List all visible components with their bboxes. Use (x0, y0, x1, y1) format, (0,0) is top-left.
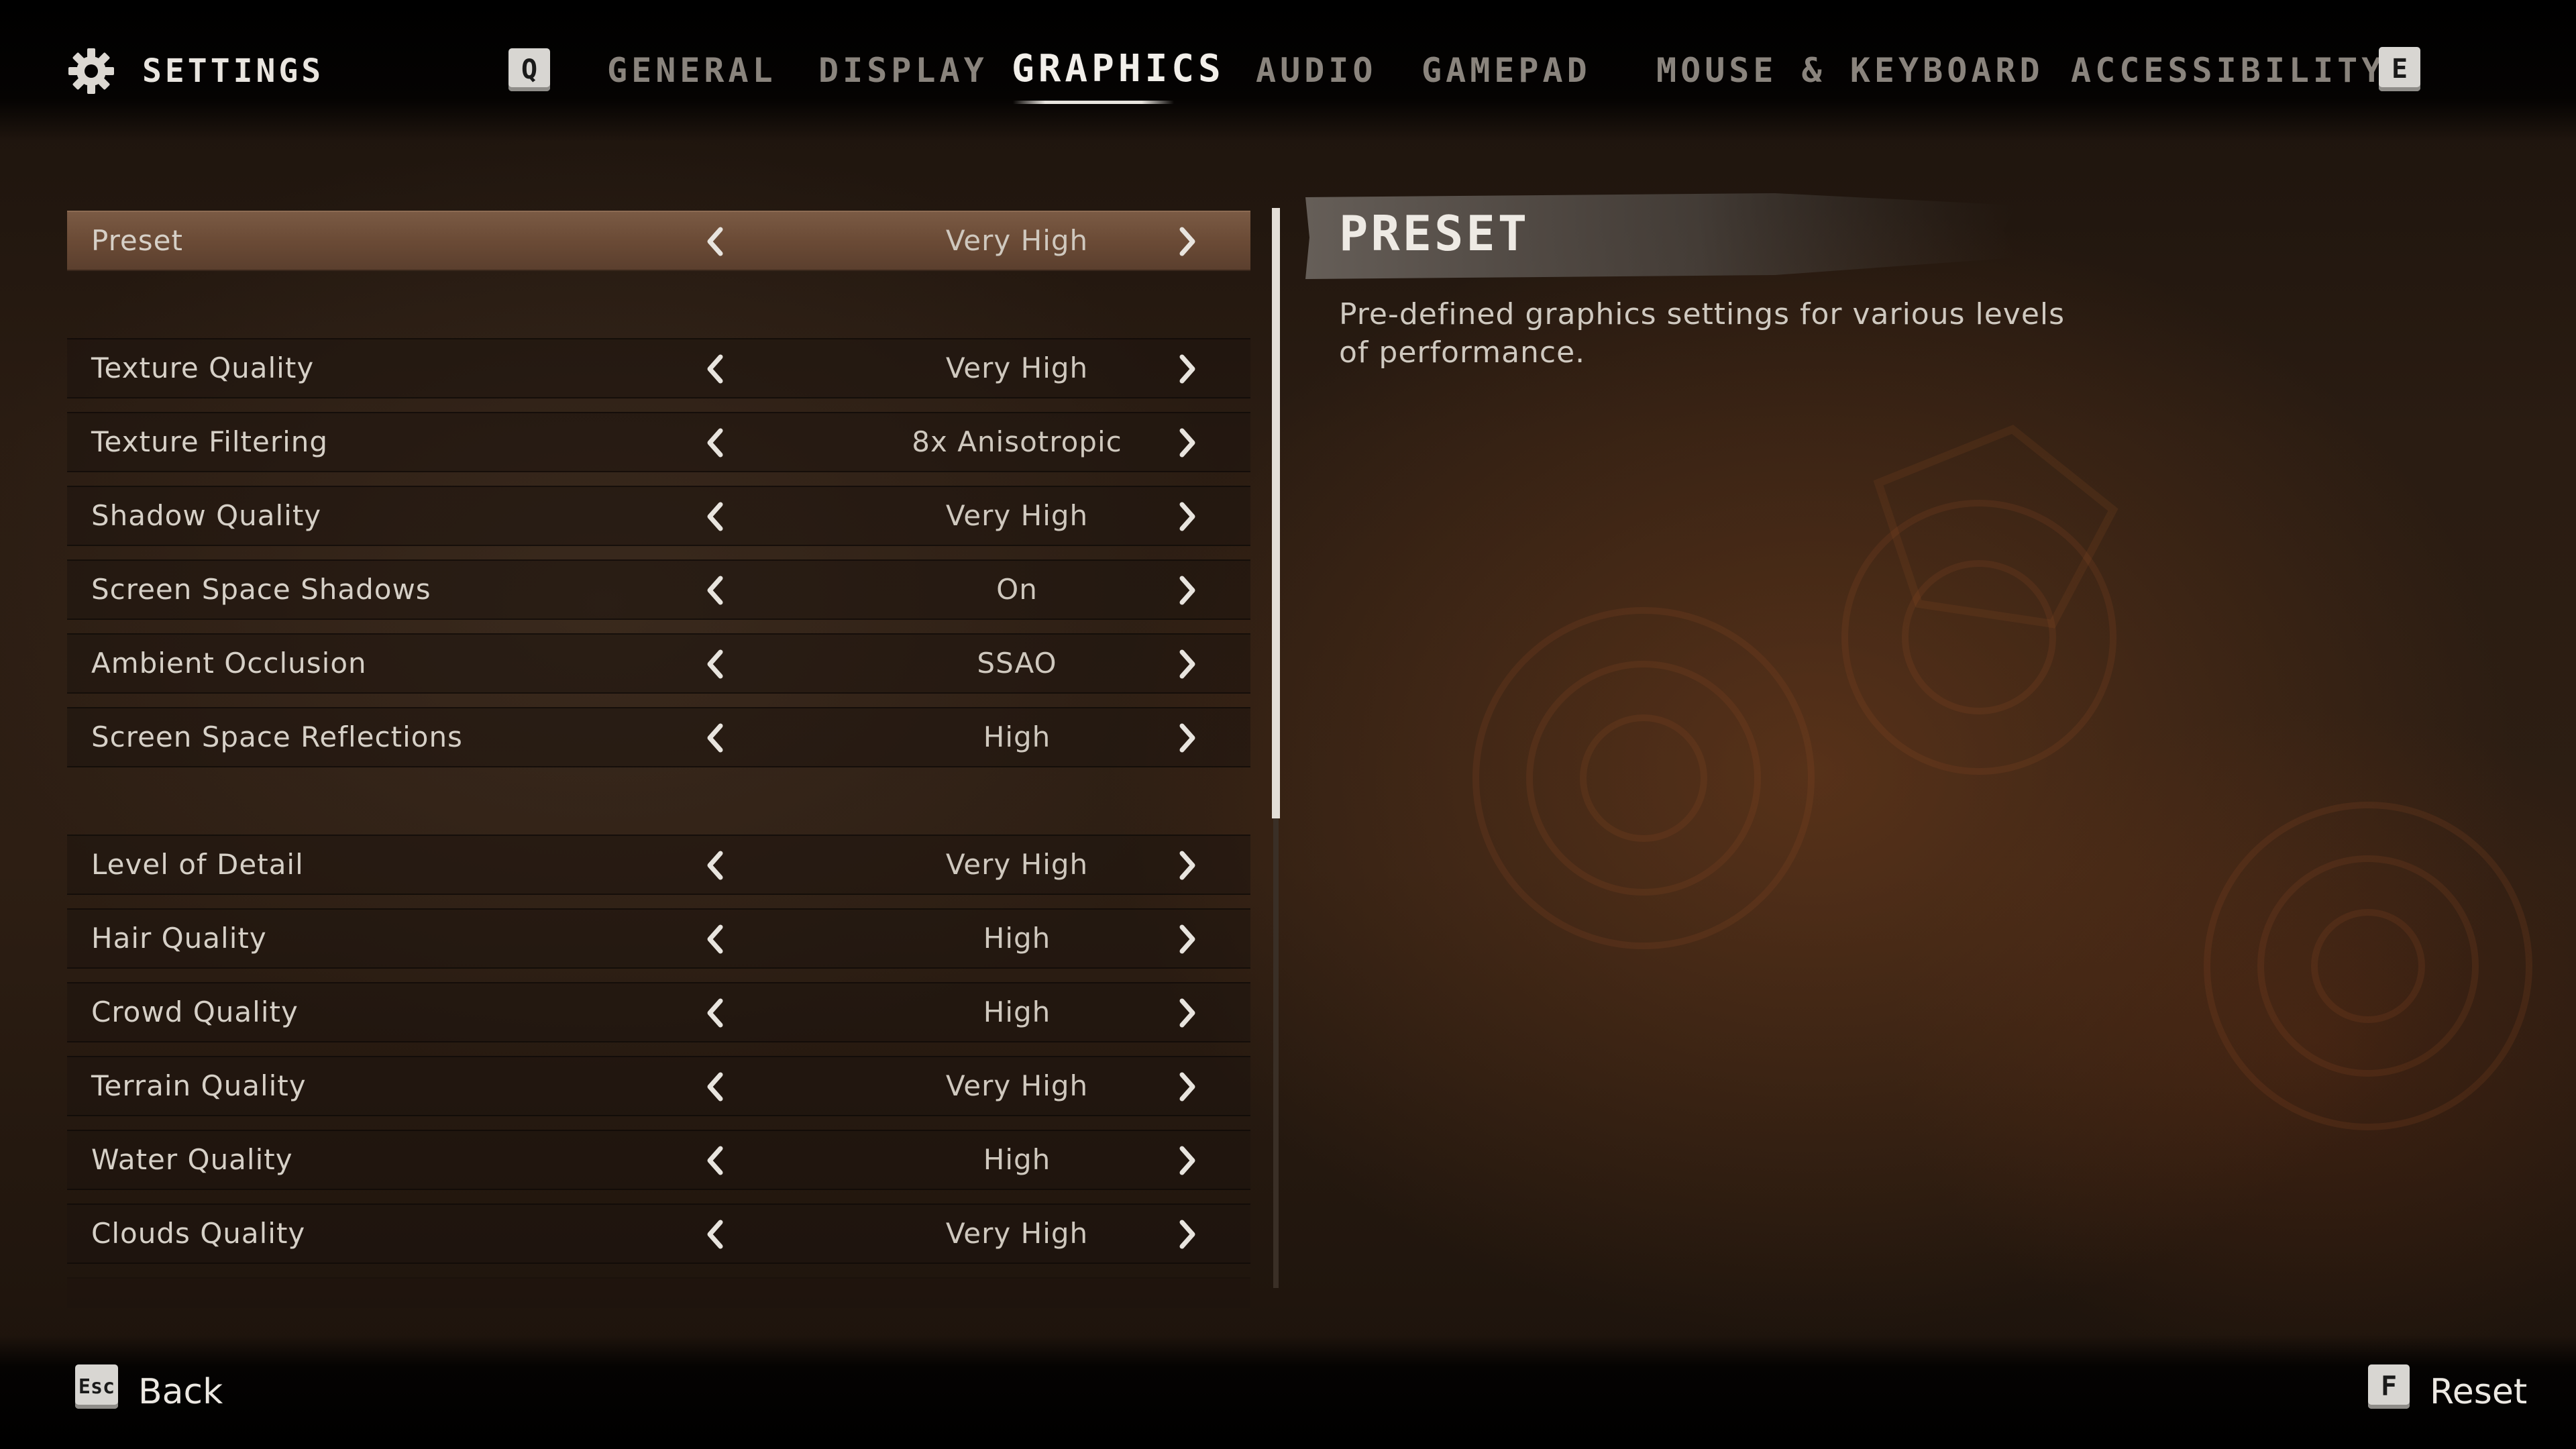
chevron-left-icon[interactable] (702, 227, 729, 256)
setting-row[interactable]: Texture Quality Very High (67, 338, 1250, 398)
prev-tab-key[interactable]: Q (508, 48, 550, 91)
chevron-right-icon[interactable] (1174, 354, 1201, 384)
chevron-left-icon[interactable] (702, 723, 729, 753)
chevron-left-icon[interactable] (702, 851, 729, 880)
chevron-left-icon[interactable] (702, 924, 729, 954)
setting-row[interactable]: Preset Very High (67, 211, 1250, 271)
tab-graphics[interactable]: GRAPHICS (1012, 47, 1225, 91)
gear-icon (68, 48, 114, 94)
chevron-left-icon[interactable] (702, 1146, 729, 1175)
chevron-left-icon[interactable] (702, 428, 729, 458)
setting-row[interactable]: Water Quality High (67, 1130, 1250, 1190)
chevron-right-icon[interactable] (1174, 649, 1201, 679)
setting-label: Water Quality (91, 1143, 293, 1176)
chevron-left-icon[interactable] (702, 502, 729, 531)
description-text: Pre-defined graphics settings for variou… (1339, 297, 2065, 370)
chevron-left-icon[interactable] (702, 649, 729, 679)
chevron-right-icon[interactable] (1174, 851, 1201, 880)
reset-key[interactable]: F (2368, 1364, 2410, 1409)
description-title: PRESET (1339, 205, 1530, 262)
setting-label: Texture Quality (91, 352, 315, 384)
chevron-right-icon[interactable] (1174, 998, 1201, 1028)
setting-label: Level of Detail (91, 848, 304, 881)
setting-row[interactable]: Level of Detail Very High (67, 835, 1250, 895)
setting-row[interactable]: Terrain Quality Very High (67, 1056, 1250, 1116)
graphics-settings-list: Preset Very High Texture Quality Very High T… (67, 208, 1250, 1308)
setting-label: Screen Space Reflections (91, 720, 463, 753)
chevron-left-icon[interactable] (702, 1072, 729, 1102)
chevron-left-icon[interactable] (702, 576, 729, 605)
tab-general[interactable]: GENERAL (607, 48, 777, 93)
back-key[interactable]: Esc (75, 1364, 118, 1409)
settings-scrollbar-thumb[interactable] (1272, 208, 1280, 818)
setting-label: Preset (91, 224, 183, 257)
setting-row[interactable]: Screen Space Reflections High (67, 707, 1250, 767)
reset-button[interactable]: Reset (2430, 1368, 2527, 1415)
setting-row[interactable]: Hair Quality High (67, 908, 1250, 969)
chevron-right-icon[interactable] (1174, 1146, 1201, 1175)
chevron-right-icon[interactable] (1174, 576, 1201, 605)
setting-label: Hair Quality (91, 922, 267, 955)
bottom-action-bar (0, 1335, 2576, 1449)
chevron-right-icon[interactable] (1174, 1220, 1201, 1249)
background-rings-decoration (1472, 425, 2532, 1130)
setting-label: Clouds Quality (91, 1217, 306, 1250)
setting-row[interactable]: Ambient Occlusion SSAO (67, 633, 1250, 694)
setting-row[interactable]: Screen Space Shadows On (67, 559, 1250, 620)
setting-row-partial (67, 1277, 1250, 1308)
chevron-left-icon[interactable] (702, 354, 729, 384)
next-tab-key[interactable]: E (2379, 47, 2420, 91)
active-tab-indicator (1013, 101, 1174, 104)
setting-label: Crowd Quality (91, 996, 299, 1028)
tab-audio[interactable]: AUDIO (1256, 48, 1377, 93)
setting-row[interactable]: Crowd Quality High (67, 982, 1250, 1042)
chevron-left-icon[interactable] (702, 998, 729, 1028)
chevron-left-icon[interactable] (702, 1220, 729, 1249)
setting-label: Screen Space Shadows (91, 573, 431, 606)
setting-row[interactable]: Texture Filtering 8x Anisotropic (67, 412, 1250, 472)
chevron-right-icon[interactable] (1174, 428, 1201, 458)
settings-header: SETTINGS (67, 44, 324, 98)
settings-title: SETTINGS (142, 52, 325, 90)
chevron-right-icon[interactable] (1174, 723, 1201, 753)
chevron-right-icon[interactable] (1174, 227, 1201, 256)
setting-label: Texture Filtering (91, 425, 329, 458)
setting-label: Ambient Occlusion (91, 647, 367, 680)
chevron-right-icon[interactable] (1174, 502, 1201, 531)
setting-row[interactable]: Shadow Quality Very High (67, 486, 1250, 546)
tab-display[interactable]: DISPLAY (818, 48, 988, 93)
chevron-right-icon[interactable] (1174, 1072, 1201, 1102)
tab-mouse-keyboard[interactable]: MOUSE & KEYBOARD (1656, 48, 2044, 93)
setting-row[interactable]: Clouds Quality Very High (67, 1203, 1250, 1264)
chevron-right-icon[interactable] (1174, 924, 1201, 954)
setting-label: Shadow Quality (91, 499, 322, 532)
tab-accessibility[interactable]: ACCESSIBILITY (2071, 48, 2385, 93)
tab-gamepad[interactable]: GAMEPAD (1421, 48, 1591, 93)
setting-label: Terrain Quality (91, 1069, 307, 1102)
back-button[interactable]: Back (138, 1368, 223, 1415)
